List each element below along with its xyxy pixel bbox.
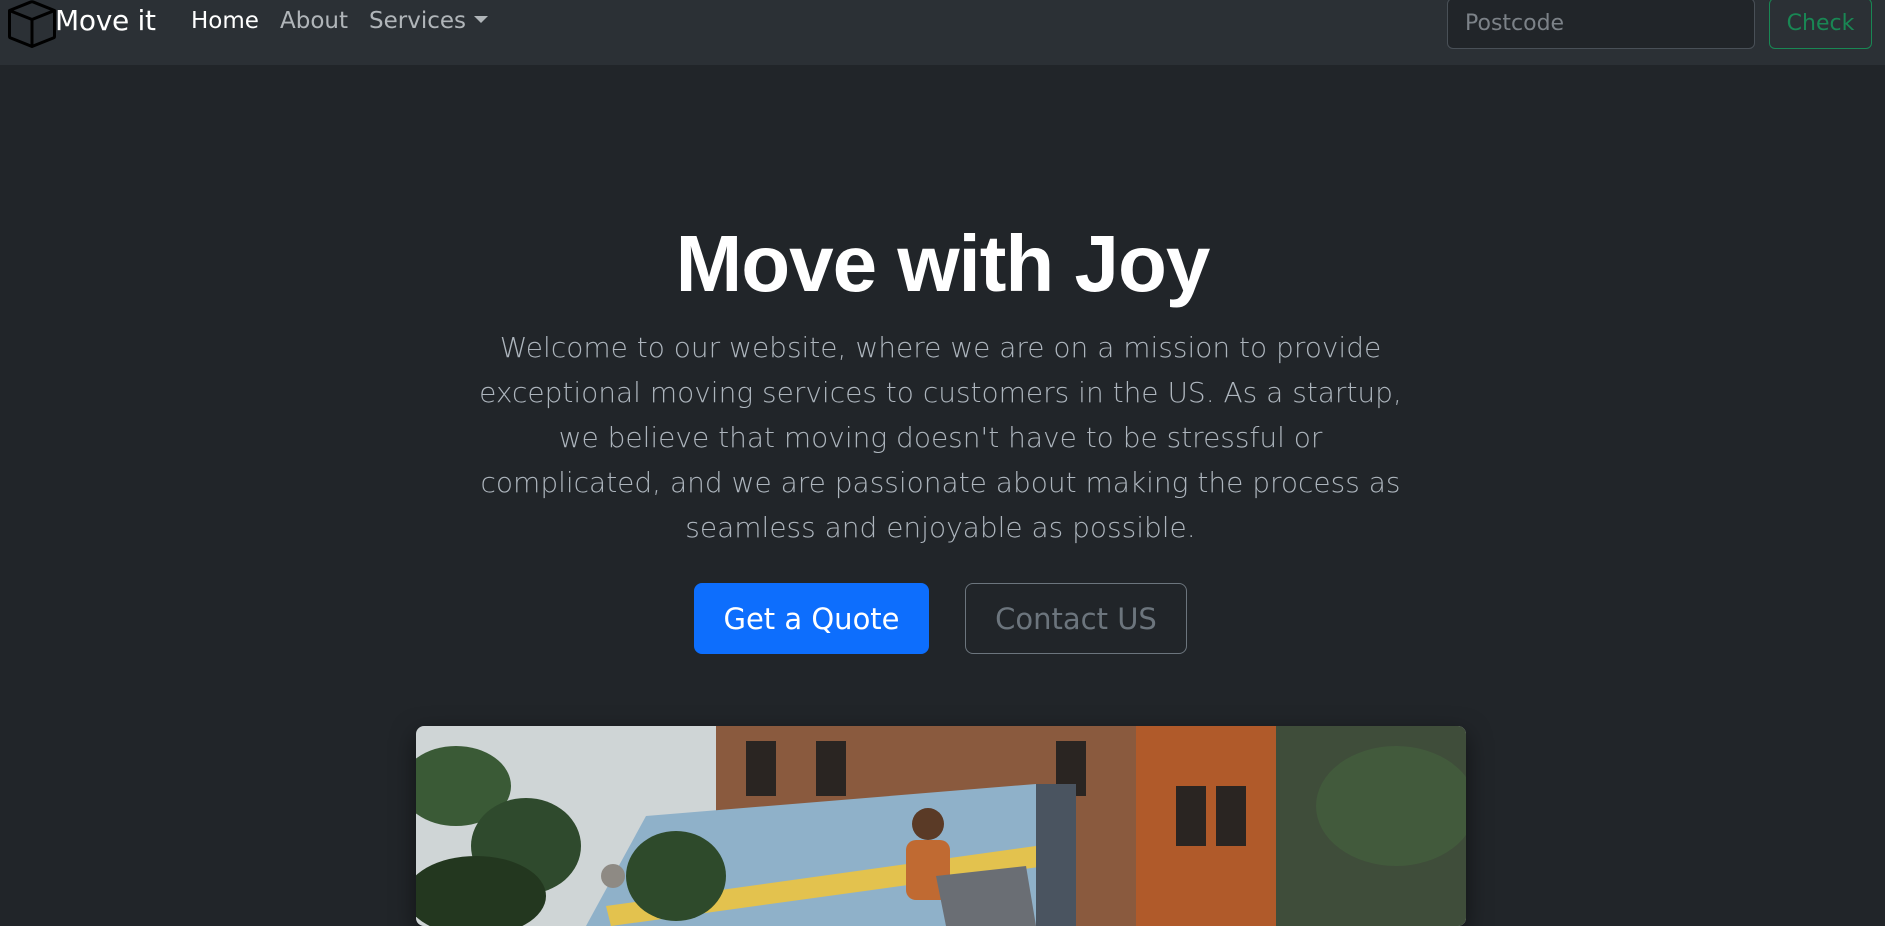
hero-lead: Welcome to our website, where we are on … [479,331,1402,544]
nav-link-home[interactable]: Home [191,8,259,34]
contact-us-button[interactable]: Contact US [965,583,1187,654]
navbar: Move it Home About Services Check [0,0,1885,65]
nav-dropdown-services[interactable]: Services [369,8,488,34]
brand-link[interactable] [8,0,56,48]
check-button[interactable]: Check [1769,0,1872,49]
caret-down-icon [474,16,488,23]
hero-title: Move with Joy [675,219,1211,308]
postcode-input[interactable] [1447,0,1755,49]
get-quote-button[interactable]: Get a Quote [694,583,929,654]
brand-name[interactable]: Move it [55,4,156,37]
moving-truck-photo [416,726,1466,926]
hero-image [416,726,1466,926]
nav-link-about[interactable]: About [280,8,348,34]
box-icon [8,0,56,48]
nav-dropdown-services-label: Services [369,8,466,34]
